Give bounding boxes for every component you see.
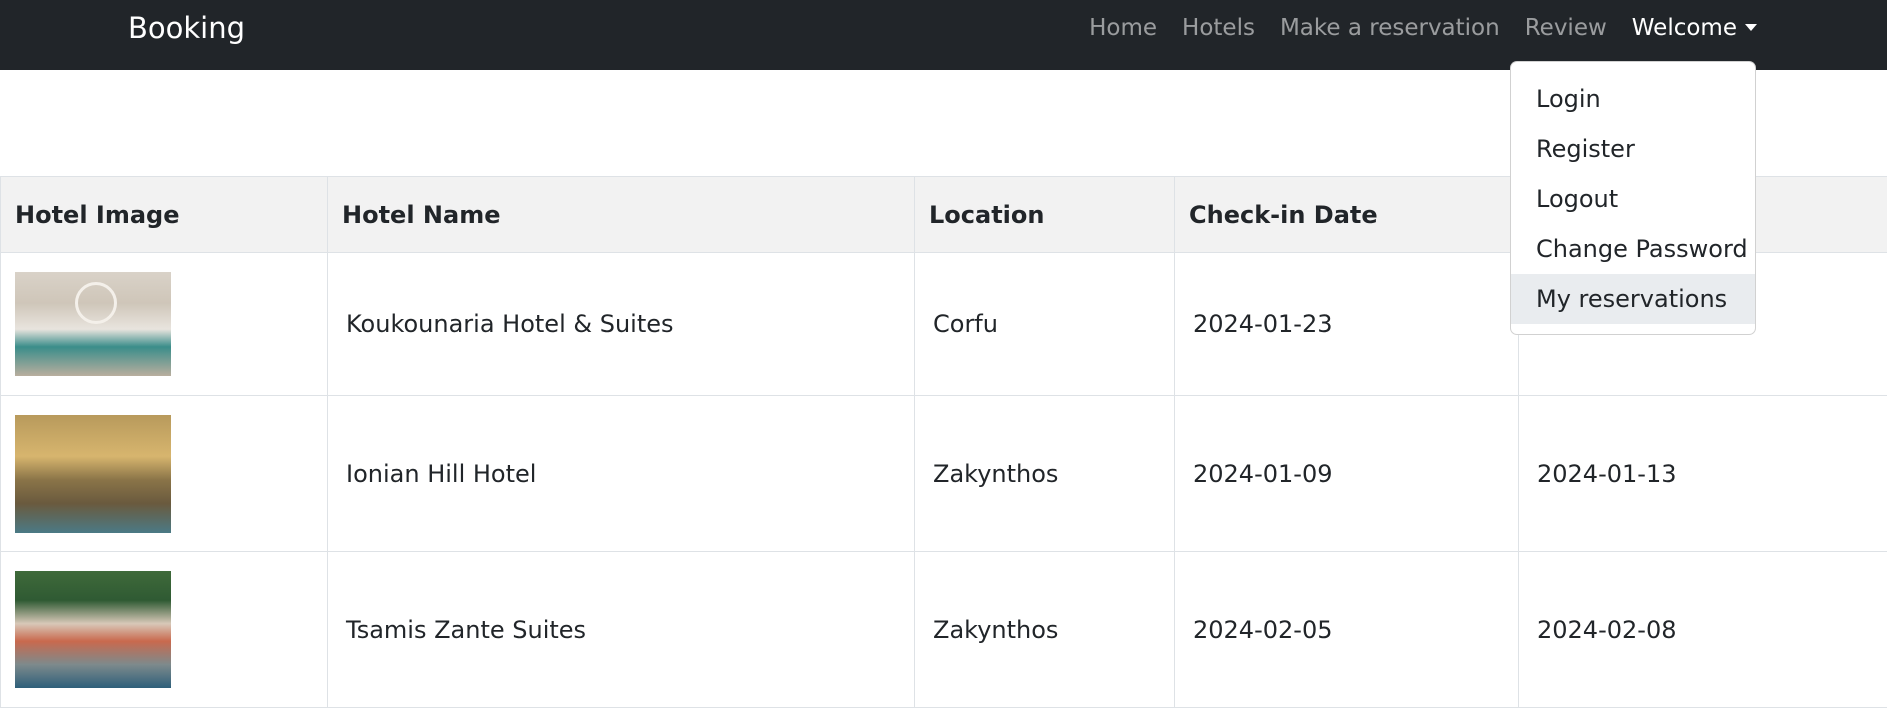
location-cell: Zakynthos (915, 396, 1175, 552)
table-row: Ionian Hill Hotel Zakynthos 2024-01-09 2… (1, 396, 1887, 552)
table-row: Tsamis Zante Suites Zakynthos 2024-02-05… (1, 552, 1887, 708)
hotel-image (15, 415, 171, 533)
hotel-image (15, 571, 171, 688)
caret-down-icon (1745, 24, 1757, 31)
nav-link-home[interactable]: Home (1089, 0, 1157, 56)
nav-links: Home Hotels Make a reservation Review We… (1089, 0, 1757, 56)
dropdown-item-logout[interactable]: Logout (1511, 174, 1755, 224)
nav-link-make-reservation[interactable]: Make a reservation (1280, 0, 1500, 56)
check-in-cell: 2024-02-05 (1175, 552, 1519, 708)
hotel-image (15, 272, 171, 376)
header-hotel-image: Hotel Image (1, 177, 328, 253)
welcome-label: Welcome (1632, 15, 1737, 41)
nav-link-hotels[interactable]: Hotels (1182, 0, 1255, 56)
user-dropdown-menu: Login Register Logout Change Password My… (1510, 61, 1756, 335)
check-in-cell: 2024-01-23 (1175, 253, 1519, 396)
dropdown-item-change-password[interactable]: Change Password (1511, 224, 1755, 274)
image-cell (1, 552, 328, 708)
image-cell (1, 396, 328, 552)
check-out-cell: 2024-02-08 (1519, 552, 1887, 708)
dropdown-item-my-reservations[interactable]: My reservations (1511, 274, 1755, 324)
check-out-cell: 2024-01-13 (1519, 396, 1887, 552)
header-hotel-name: Hotel Name (328, 177, 915, 253)
location-cell: Zakynthos (915, 552, 1175, 708)
navbar: Booking Home Hotels Make a reservation R… (0, 0, 1887, 70)
header-check-in-date: Check-in Date (1175, 177, 1519, 253)
dropdown-item-login[interactable]: Login (1511, 74, 1755, 124)
hotel-name-cell: Ionian Hill Hotel (328, 396, 915, 552)
image-cell (1, 253, 328, 396)
nav-link-review[interactable]: Review (1525, 0, 1607, 56)
dropdown-item-register[interactable]: Register (1511, 124, 1755, 174)
check-in-cell: 2024-01-09 (1175, 396, 1519, 552)
hotel-name-cell: Tsamis Zante Suites (328, 552, 915, 708)
header-location: Location (915, 177, 1175, 253)
hotel-name-cell: Koukounaria Hotel & Suites (328, 253, 915, 396)
welcome-dropdown-toggle[interactable]: Welcome (1632, 0, 1757, 56)
location-cell: Corfu (915, 253, 1175, 396)
brand-link[interactable]: Booking (128, 0, 245, 56)
